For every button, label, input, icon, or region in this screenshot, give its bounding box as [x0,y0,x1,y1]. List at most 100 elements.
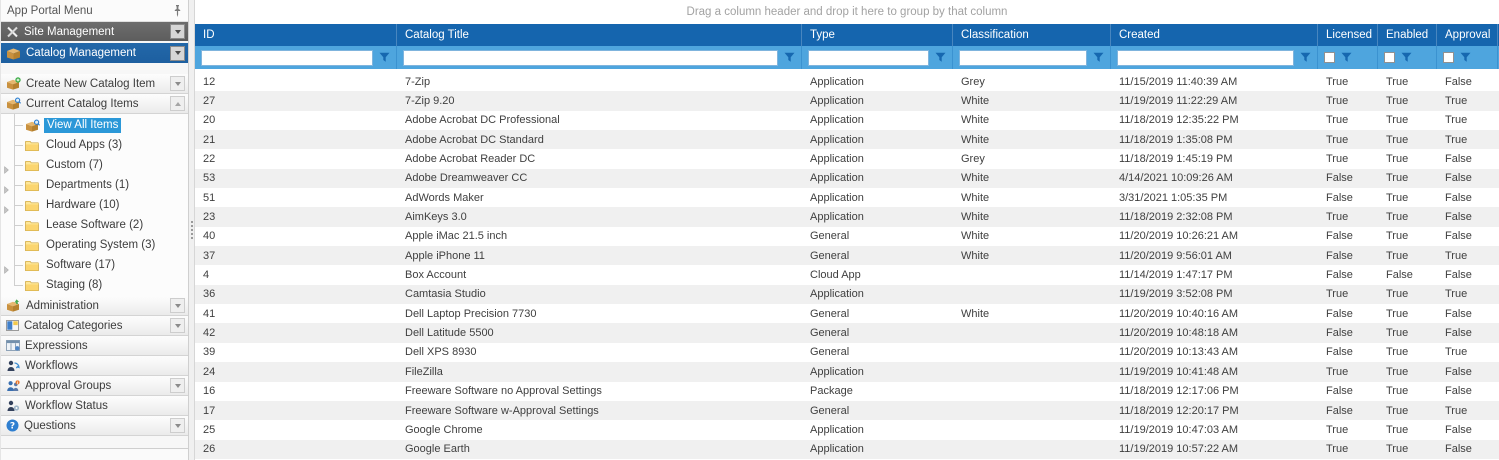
sidebar-item-catalog-categories[interactable]: Catalog Categories [1,316,188,336]
filter-funnel-button-approval[interactable] [1458,52,1472,63]
filter-cell-approval [1437,46,1498,69]
column-header-type[interactable]: Type [802,24,953,46]
table-row[interactable]: 41Dell Laptop Precision 7730GeneralWhite… [195,304,1499,323]
table-row[interactable]: 277-Zip 9.20ApplicationWhite11/19/2019 1… [195,91,1499,110]
tree-item-staging-8[interactable]: Staging (8) [1,275,188,295]
cell-enabled: False [1378,269,1437,281]
filter-funnel-button-classification[interactable] [1091,52,1105,63]
table-row[interactable]: 17Freeware Software w-Approval SettingsG… [195,401,1499,420]
column-header-licensed[interactable]: Licensed [1318,24,1378,46]
column-header-id[interactable]: ID [195,24,397,46]
cell-created: 4/14/2021 10:09:26 AM [1111,172,1318,184]
sidebar-item-label: Questions [24,420,76,432]
filter-input-classification[interactable] [959,50,1087,66]
column-header-approval[interactable]: Approval [1437,24,1498,46]
chevron-down-button[interactable] [170,24,185,39]
chevron-down-button[interactable] [170,378,185,393]
sidebar-item-create-new-catalog-item[interactable]: Create New Catalog Item [1,74,188,94]
cell-catalog-title: 7-Zip 9.20 [397,95,802,107]
tree-item-label: Departments (1) [43,178,132,193]
table-row[interactable]: 21Adobe Acrobat DC StandardApplicationWh… [195,130,1499,149]
chevron-up-button[interactable] [170,96,185,111]
tree-item-hardware-10[interactable]: Hardware (10) [1,195,188,215]
chevron-down-button[interactable] [170,298,185,313]
table-row[interactable]: 53Adobe Dreamweaver CCApplicationWhite4/… [195,169,1499,188]
svg-text:?: ? [10,422,15,432]
tree-item-operating-system-3[interactable]: Operating System (3) [1,235,188,255]
folder-icon [25,240,39,251]
cell-catalog-title: Box Account [397,269,802,281]
table-row[interactable]: 25Google ChromeApplication11/19/2019 10:… [195,420,1499,439]
cell-type: General [802,230,953,242]
filter-funnel-button-id[interactable] [377,52,391,63]
splitter-grip-icon [191,221,193,239]
group-by-hint[interactable]: Drag a column header and drop it here to… [195,0,1499,24]
filter-input-id[interactable] [201,50,373,66]
sidebar-item-label: Approval Groups [25,380,111,392]
sidebar-item-site-management[interactable]: Site Management [1,22,188,41]
table-row[interactable]: 42Dell Latitude 5500General11/20/2019 10… [195,323,1499,342]
table-row[interactable]: 51AdWords MakerApplicationWhite3/31/2021… [195,188,1499,207]
sidebar-footer [1,448,188,460]
table-row[interactable]: 26Google EarthApplication11/19/2019 10:5… [195,440,1499,459]
filter-cell-type [802,46,953,69]
cell-id: 21 [195,134,397,146]
tree-item-departments-1[interactable]: Departments (1) [1,175,188,195]
sidebar-item-catalog-management[interactable]: Catalog Management [1,43,188,63]
column-header-classification[interactable]: Classification [953,24,1111,46]
chevron-down-button[interactable] [170,318,185,333]
filter-funnel-button-type[interactable] [933,52,947,63]
sidebar-item-administration[interactable]: Administration [1,296,188,316]
tree-item-software-17[interactable]: Software (17) [1,255,188,275]
table-row[interactable]: 36Camtasia StudioApplication11/19/2019 3… [195,285,1499,304]
cell-catalog-title: Dell Latitude 5500 [397,327,802,339]
cell-created: 11/18/2019 1:45:19 PM [1111,153,1318,165]
table-row[interactable]: 16Freeware Software no Approval Settings… [195,382,1499,401]
table-row[interactable]: 37Apple iPhone 11GeneralWhite11/20/2019 … [195,246,1499,265]
filter-funnel-button-created[interactable] [1298,52,1312,63]
chevron-down-button[interactable] [170,418,185,433]
cell-id: 17 [195,405,397,417]
sidebar-item-expressions[interactable]: Expressions [1,336,188,356]
filter-funnel-button-enabled[interactable] [1399,52,1413,63]
table-row[interactable]: 23AimKeys 3.0ApplicationWhite11/18/2019 … [195,207,1499,226]
table-row[interactable]: 24FileZillaApplication11/19/2019 10:41:4… [195,362,1499,381]
table-row[interactable]: 127-ZipApplicationGrey11/15/2019 11:40:3… [195,72,1499,91]
column-header-enabled[interactable]: Enabled [1378,24,1437,46]
sidebar-item-current-catalog-items[interactable]: Current Catalog Items [1,94,188,114]
filter-input-created[interactable] [1117,50,1294,66]
cell-created: 11/20/2019 10:48:18 AM [1111,327,1318,339]
cell-classification: White [953,95,1111,107]
sidebar-item-questions[interactable]: ? Questions [1,416,188,436]
cell-type: General [802,405,953,417]
chevron-down-button[interactable] [170,76,185,91]
sidebar-item-workflow-status[interactable]: Workflow Status [1,396,188,416]
tree-item-custom-7[interactable]: Custom (7) [1,155,188,175]
filter-checkbox-enabled[interactable] [1384,52,1395,63]
tree-item-view-all-items[interactable]: View All Items [1,115,188,135]
filter-checkbox-licensed[interactable] [1324,52,1335,63]
cell-catalog-title: Adobe Dreamweaver CC [397,172,802,184]
filter-input-catalog-title[interactable] [403,50,778,66]
cell-type: General [802,308,953,320]
sidebar-item-workflows[interactable]: Workflows [1,356,188,376]
table-row[interactable]: 39Dell XPS 8930General11/20/2019 10:13:4… [195,343,1499,362]
tree-item-lease-software-2[interactable]: Lease Software (2) [1,215,188,235]
pin-icon[interactable] [173,5,182,17]
filter-input-type[interactable] [808,50,929,66]
table-row[interactable]: 4Box AccountCloud App11/14/2019 1:47:17 … [195,265,1499,284]
filter-checkbox-approval[interactable] [1443,52,1454,63]
tree-item-cloud-apps-3[interactable]: Cloud Apps (3) [1,135,188,155]
cell-created: 11/20/2019 10:26:21 AM [1111,230,1318,242]
table-row[interactable]: 40Apple iMac 21.5 inchGeneralWhite11/20/… [195,227,1499,246]
filter-funnel-button-catalog-title[interactable] [782,52,796,63]
column-header-catalog-title[interactable]: Catalog Title [397,24,802,46]
chevron-down-button[interactable] [170,46,185,61]
sidebar-item-approval-groups[interactable]: !Approval Groups [1,376,188,396]
folder-icon [25,200,39,211]
table-row[interactable]: 20Adobe Acrobat DC ProfessionalApplicati… [195,111,1499,130]
filter-funnel-button-licensed[interactable] [1339,52,1353,63]
column-header-created[interactable]: Created [1111,24,1318,46]
table-row[interactable]: 22Adobe Acrobat Reader DCApplicationGrey… [195,149,1499,168]
box-up-icon [6,299,21,312]
